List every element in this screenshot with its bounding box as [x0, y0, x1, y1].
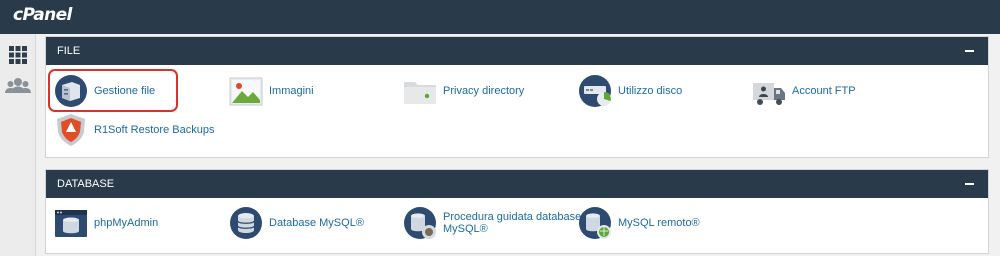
mysql-wizard-icon [404, 207, 436, 239]
directory-privacy-label: Privacy directory [443, 85, 525, 97]
phpmyadmin-icon [55, 210, 87, 237]
ftp-accounts-icon [753, 83, 785, 105]
mysql-wizard-label-line1: Procedura guidata database [443, 211, 582, 223]
database-panel-header[interactable]: DATABASE [46, 170, 988, 198]
phpmyadmin-link[interactable]: phpMyAdmin [54, 205, 158, 241]
directory-privacy-link[interactable]: Privacy directory [403, 73, 524, 109]
disk-usage-icon [579, 75, 611, 107]
images-icon [229, 77, 263, 106]
mysql-database-label: Database MySQL® [269, 217, 364, 229]
selected-highlight [48, 69, 178, 112]
r1soft-backups-link[interactable]: R1Soft Restore Backups [54, 112, 214, 148]
collapse-icon[interactable] [965, 183, 974, 185]
phpmyadmin-label: phpMyAdmin [94, 217, 159, 229]
ftp-accounts-link[interactable]: Account FTP [752, 73, 856, 109]
file-panel-header[interactable]: FILE [46, 37, 988, 65]
disk-usage-label: Utilizzo disco [618, 85, 683, 97]
images-link[interactable]: Immagini [229, 73, 314, 109]
ftp-accounts-label: Account FTP [792, 85, 856, 97]
database-panel-title: DATABASE [57, 178, 115, 190]
mysql-wizard-label: Procedura guidata database MySQL® [443, 211, 581, 235]
file-panel-title: FILE [57, 45, 81, 57]
remote-mysql-icon [579, 207, 611, 239]
mysql-database-link[interactable]: Database MySQL® [229, 205, 364, 241]
remote-mysql-label: MySQL remoto® [618, 217, 700, 229]
r1soft-shield-icon [57, 114, 85, 146]
mysql-wizard-link[interactable]: Procedura guidata database MySQL® [403, 205, 581, 241]
cpanel-logo[interactable]: cPanel [13, 5, 72, 25]
apps-grid-icon[interactable] [4, 41, 32, 69]
users-icon[interactable] [4, 72, 32, 100]
mysql-wizard-label-line2: MySQL® [443, 223, 488, 235]
remote-mysql-link[interactable]: MySQL remoto® [578, 205, 700, 241]
images-label: Immagini [269, 85, 314, 97]
disk-usage-link[interactable]: Utilizzo disco [578, 73, 682, 109]
top-bar: cPanel [0, 0, 1000, 34]
directory-privacy-icon [404, 82, 436, 104]
collapse-icon[interactable] [965, 50, 974, 52]
mysql-database-icon [230, 207, 262, 239]
r1soft-backups-label: R1Soft Restore Backups [94, 124, 215, 136]
sidebar [0, 34, 36, 256]
